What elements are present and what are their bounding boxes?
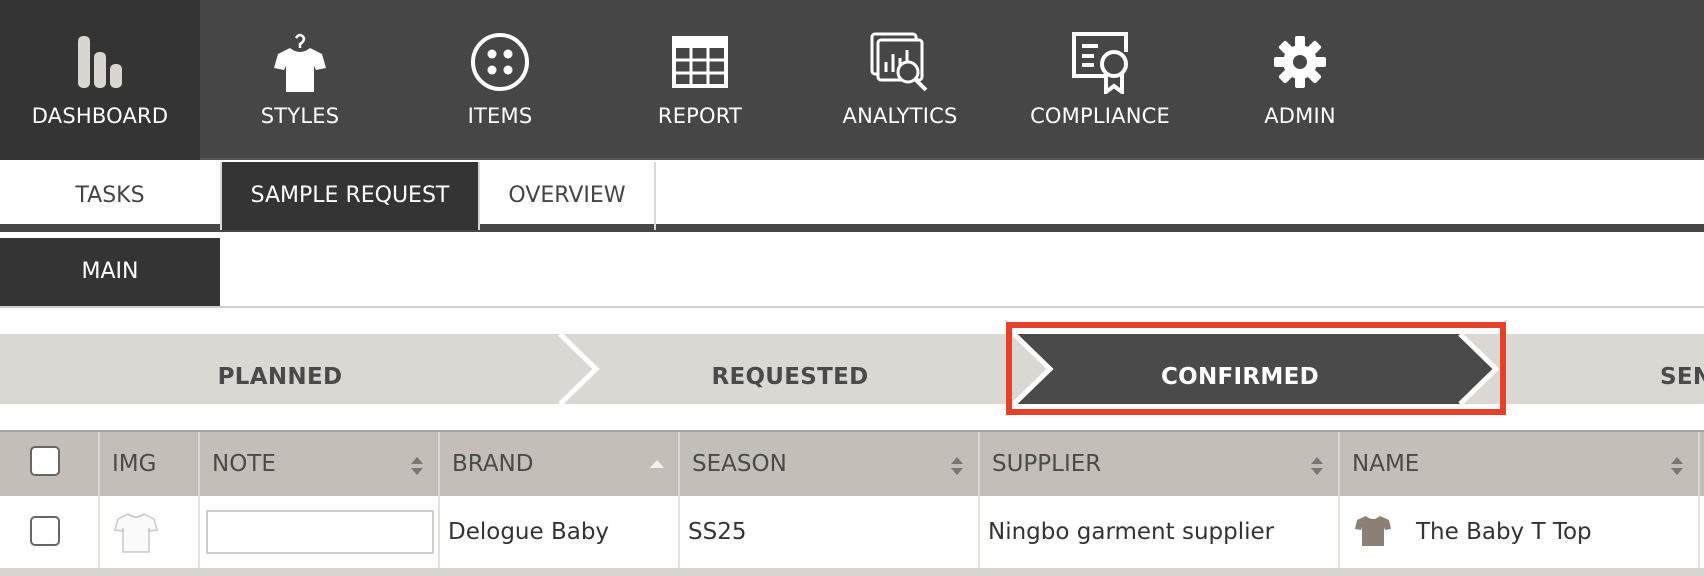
row-season-cell: SS25 bbox=[680, 496, 980, 568]
row-brand-cell: Delogue Baby bbox=[440, 496, 680, 568]
data-table: IMG NOTE BRAND SEASON SUPPLIER NAME Delo… bbox=[0, 430, 1704, 576]
sort-icon bbox=[1311, 457, 1323, 475]
row-note-cell bbox=[200, 496, 440, 568]
header-name[interactable]: NAME bbox=[1340, 432, 1700, 496]
tshirt-icon bbox=[268, 30, 332, 94]
row-checkbox[interactable] bbox=[30, 516, 60, 546]
top-navigation: DASHBOARD STYLES ITEMS REPORT ANALYTICS … bbox=[0, 0, 1704, 160]
sort-icon bbox=[951, 457, 963, 475]
header-name-label: NAME bbox=[1352, 451, 1420, 477]
tab-sample-request[interactable]: SAMPLE REQUEST bbox=[222, 162, 480, 230]
product-name: The Baby T Top bbox=[1416, 519, 1592, 545]
product-thumbnail-icon[interactable] bbox=[112, 508, 160, 556]
header-brand[interactable]: BRAND bbox=[440, 432, 680, 496]
garment-type-icon bbox=[1355, 516, 1391, 546]
tabs-row: TASKS SAMPLE REQUEST OVERVIEW bbox=[0, 162, 1704, 232]
nav-styles[interactable]: STYLES bbox=[200, 0, 400, 160]
header-supplier-label: SUPPLIER bbox=[992, 451, 1102, 477]
row-img-cell bbox=[100, 496, 200, 568]
sort-icon bbox=[411, 457, 423, 475]
step-confirmed[interactable]: CONFIRMED bbox=[1070, 364, 1410, 390]
header-season-label: SEASON bbox=[692, 451, 787, 477]
select-all-checkbox[interactable] bbox=[30, 446, 60, 476]
nav-label: STYLES bbox=[260, 104, 340, 128]
bars-chart-icon bbox=[68, 30, 132, 94]
header-img: IMG bbox=[100, 432, 200, 496]
table-grid-icon bbox=[668, 30, 732, 94]
step-requested[interactable]: REQUESTED bbox=[620, 364, 960, 390]
nav-admin[interactable]: ADMIN bbox=[1200, 0, 1400, 160]
header-brand-label: BRAND bbox=[452, 451, 534, 477]
nav-label: COMPLIANCE bbox=[1030, 104, 1170, 128]
nav-dashboard[interactable]: DASHBOARD bbox=[0, 0, 200, 160]
nav-report[interactable]: REPORT bbox=[600, 0, 800, 160]
analytics-magnifier-icon bbox=[868, 30, 932, 94]
row-name-cell[interactable]: The Baby T Top bbox=[1340, 496, 1700, 568]
status-stepper: PLANNED REQUESTED CONFIRMED SEN bbox=[0, 324, 1704, 416]
nav-analytics[interactable]: ANALYTICS bbox=[800, 0, 1000, 160]
tab-tasks[interactable]: TASKS bbox=[0, 162, 222, 230]
row-supplier-cell: Ningbo garment supplier bbox=[980, 496, 1340, 568]
header-note[interactable]: NOTE bbox=[200, 432, 440, 496]
tab-overview[interactable]: OVERVIEW bbox=[480, 162, 656, 230]
nav-label: ADMIN bbox=[1264, 104, 1336, 128]
subtab-main[interactable]: MAIN bbox=[0, 238, 220, 306]
step-sent[interactable]: SEN bbox=[1660, 364, 1704, 390]
nav-label: ITEMS bbox=[467, 104, 533, 128]
button-icon bbox=[468, 30, 532, 94]
gear-icon bbox=[1268, 30, 1332, 94]
sort-ascending-icon bbox=[650, 460, 664, 468]
table-body: Delogue Baby SS25 Ningbo garment supplie… bbox=[0, 496, 1704, 576]
nav-items[interactable]: ITEMS bbox=[400, 0, 600, 160]
header-note-label: NOTE bbox=[212, 451, 276, 477]
table-header: IMG NOTE BRAND SEASON SUPPLIER NAME bbox=[0, 430, 1704, 496]
row-select-cell bbox=[0, 496, 100, 568]
sort-icon bbox=[1671, 457, 1683, 475]
step-planned[interactable]: PLANNED bbox=[110, 364, 450, 390]
header-supplier[interactable]: SUPPLIER bbox=[980, 432, 1340, 496]
header-select-cell bbox=[0, 432, 100, 496]
nav-label: DASHBOARD bbox=[31, 104, 169, 128]
certificate-icon bbox=[1068, 30, 1132, 94]
row-divider bbox=[0, 568, 1704, 576]
subtabs-row: MAIN bbox=[0, 238, 1704, 308]
nav-compliance[interactable]: COMPLIANCE bbox=[1000, 0, 1200, 160]
nav-label: ANALYTICS bbox=[842, 104, 958, 128]
header-season[interactable]: SEASON bbox=[680, 432, 980, 496]
note-input[interactable] bbox=[206, 510, 434, 554]
nav-label: REPORT bbox=[657, 104, 743, 128]
